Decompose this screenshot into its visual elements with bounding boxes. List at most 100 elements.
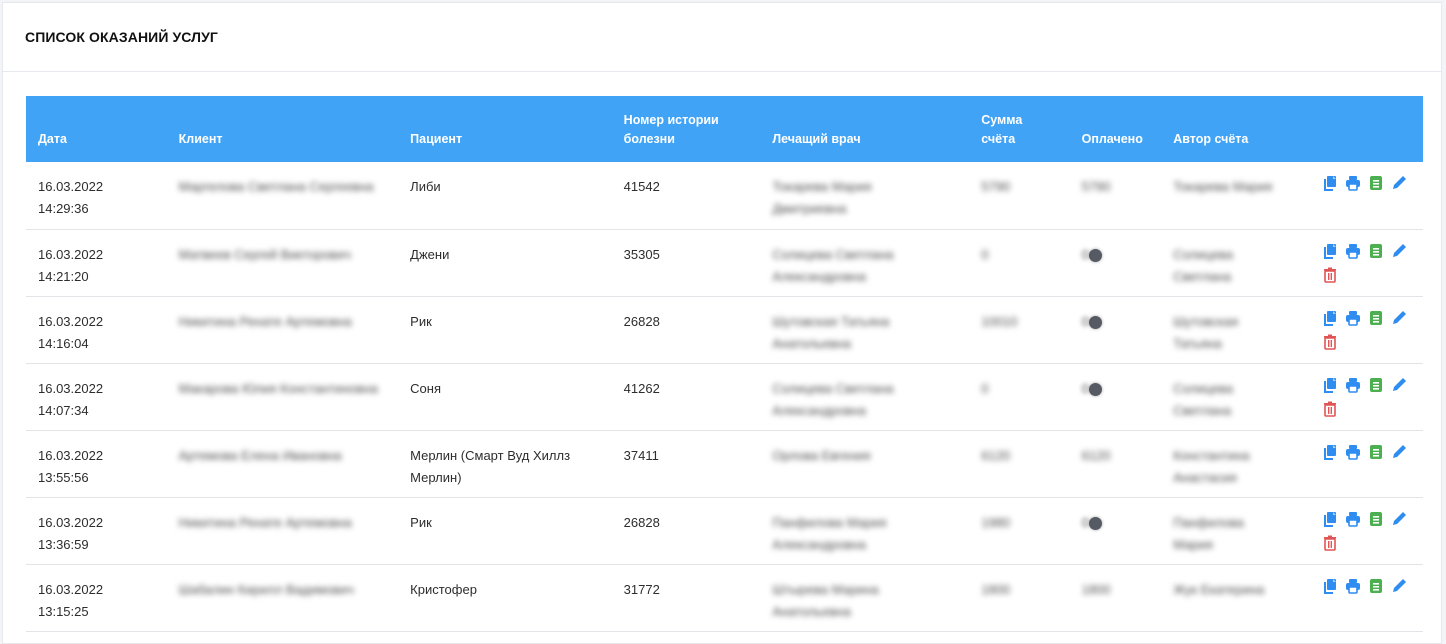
header-author[interactable]: Автор счёта — [1161, 96, 1311, 162]
author-name: Шутовская Татьяна — [1173, 313, 1239, 351]
time-value: 14:16:04 — [38, 335, 89, 351]
cell-actions — [1311, 564, 1423, 631]
invoice-icon[interactable] — [1367, 510, 1385, 528]
trash-icon[interactable] — [1321, 333, 1339, 351]
table-row[interactable]: 16.03.2022 14:16:04 Никитина Ренате Арте… — [26, 296, 1423, 363]
cell-client[interactable]: Артемова Елена Ивановна — [167, 430, 399, 497]
client-name[interactable]: Никитина Ренате Артемовна — [179, 314, 352, 329]
cell-client[interactable]: Шабалин Кирилл Вадимович — [167, 564, 399, 631]
patient-name[interactable]: Мерлин (Смарт Вуд Хиллз Мерлин) — [410, 448, 570, 485]
patient-name[interactable]: Рик — [410, 515, 432, 530]
copy-icon[interactable] — [1321, 309, 1339, 327]
edit-icon[interactable] — [1390, 309, 1408, 327]
trash-icon[interactable] — [1321, 400, 1339, 418]
edit-icon[interactable] — [1390, 376, 1408, 394]
cell-patient[interactable]: Рик — [398, 296, 612, 363]
info-dot-icon[interactable] — [1088, 315, 1102, 329]
cell-doctor: Солицева Светлана Александровна — [760, 363, 969, 430]
edit-icon[interactable] — [1390, 443, 1408, 461]
patient-name[interactable]: Кристофер — [410, 582, 477, 597]
invoice-icon[interactable] — [1367, 577, 1385, 595]
print-icon[interactable] — [1344, 376, 1362, 394]
table-row[interactable]: 16.03.2022 13:36:59 Никитина Ренате Арте… — [26, 497, 1423, 564]
table-row[interactable]: 16.03.2022 14:07:34 Макарова Юлия Конста… — [26, 363, 1423, 430]
page-title: СПИСОК ОКАЗАНИЙ УСЛУГ — [25, 29, 218, 45]
client-name[interactable]: Никитина Ренате Артемовна — [179, 515, 352, 530]
copy-icon[interactable] — [1321, 577, 1339, 595]
patient-name[interactable]: Джени — [410, 247, 449, 262]
invoice-icon[interactable] — [1367, 376, 1385, 394]
print-icon[interactable] — [1344, 309, 1362, 327]
client-name[interactable]: Шабалин Кирилл Вадимович — [179, 582, 354, 597]
header-date[interactable]: Дата — [26, 96, 167, 162]
cell-client[interactable]: Никитина Ренате Артемовна — [167, 497, 399, 564]
invoice-icon[interactable] — [1367, 443, 1385, 461]
client-name[interactable]: Маргелова Светлана Сергеевна — [179, 179, 374, 194]
cell-patient[interactable]: Кристофер — [398, 564, 612, 631]
copy-icon[interactable] — [1321, 510, 1339, 528]
sum-value: 5790 — [981, 179, 1011, 194]
cell-client[interactable]: Матвеев Сергей Викторович — [167, 229, 399, 296]
client-name[interactable]: Матвеев Сергей Викторович — [179, 247, 351, 262]
cell-doctor: Солицева Светлана Александровна — [760, 229, 969, 296]
edit-icon[interactable] — [1390, 242, 1408, 260]
sum-value: 10010 — [981, 313, 1018, 329]
print-icon[interactable] — [1344, 443, 1362, 461]
cell-client[interactable]: Никитина Ренате Артемовна — [167, 296, 399, 363]
info-dot-icon[interactable] — [1088, 516, 1102, 530]
table-row[interactable]: 16.03.2022 13:55:56 Артемова Елена Ивано… — [26, 430, 1423, 497]
cell-patient[interactable]: Мерлин (Смарт Вуд Хиллз Мерлин) — [398, 430, 612, 497]
patient-name[interactable]: Рик — [410, 314, 432, 329]
doctor-name: Токарева Мария Дмитриевна — [772, 179, 872, 216]
print-icon[interactable] — [1344, 174, 1362, 192]
cell-history: 41262 — [612, 363, 761, 430]
edit-icon[interactable] — [1390, 174, 1408, 192]
header-patient[interactable]: Пациент — [398, 96, 612, 162]
header-doctor[interactable]: Лечащий врач — [760, 96, 969, 162]
header-history-number[interactable]: Номер истории болезни — [612, 96, 761, 162]
header-paid[interactable]: Оплачено — [1070, 96, 1162, 162]
date-value: 16.03.2022 — [38, 313, 104, 329]
copy-icon[interactable] — [1321, 443, 1339, 461]
table-row[interactable]: 16.03.2022 14:29:36 Маргелова Светлана С… — [26, 162, 1423, 229]
invoice-icon[interactable] — [1367, 309, 1385, 327]
history-number: 26828 — [623, 313, 660, 329]
author-name: Токарева Мария — [1173, 179, 1273, 194]
history-number: 26828 — [623, 514, 660, 530]
print-icon[interactable] — [1344, 242, 1362, 260]
paid-value: 6120 — [1081, 447, 1111, 463]
cell-patient[interactable]: Либи — [398, 162, 612, 229]
trash-icon[interactable] — [1321, 534, 1339, 552]
invoice-icon[interactable] — [1367, 242, 1385, 260]
client-name[interactable]: Артемова Елена Ивановна — [179, 448, 342, 463]
cell-client[interactable]: Маргелова Светлана Сергеевна — [167, 162, 399, 229]
print-icon[interactable] — [1344, 577, 1362, 595]
edit-icon[interactable] — [1390, 577, 1408, 595]
info-dot-icon[interactable] — [1088, 382, 1102, 396]
date-value: 16.03.2022 — [38, 447, 104, 463]
client-name[interactable]: Макарова Юлия Константиновна — [179, 381, 378, 396]
cell-patient[interactable]: Джени — [398, 229, 612, 296]
header-sum[interactable]: Сумма счёта — [969, 96, 1069, 162]
invoice-icon[interactable] — [1367, 174, 1385, 192]
copy-icon[interactable] — [1321, 174, 1339, 192]
cell-actions — [1311, 229, 1423, 296]
cell-patient[interactable]: Соня — [398, 363, 612, 430]
patient-name[interactable]: Либи — [410, 179, 441, 194]
table-row[interactable]: 16.03.2022 14:21:20 Матвеев Сергей Викто… — [26, 229, 1423, 296]
cell-patient[interactable]: Рик — [398, 497, 612, 564]
copy-icon[interactable] — [1321, 376, 1339, 394]
patient-name[interactable]: Соня — [410, 381, 441, 396]
print-icon[interactable] — [1344, 510, 1362, 528]
cell-sum: 1980 — [969, 497, 1069, 564]
trash-icon[interactable] — [1321, 266, 1339, 284]
table-row[interactable]: 16.03.2022 13:15:25 Шабалин Кирилл Вадим… — [26, 564, 1423, 631]
history-number: 35305 — [623, 246, 660, 262]
cell-client[interactable]: Макарова Юлия Константиновна — [167, 363, 399, 430]
copy-icon[interactable] — [1321, 242, 1339, 260]
cell-doctor: Шутовская Татьяна Анатольевна — [760, 296, 969, 363]
paid-value: 0 — [1081, 514, 1089, 530]
edit-icon[interactable] — [1390, 510, 1408, 528]
info-dot-icon[interactable] — [1088, 248, 1102, 262]
header-client[interactable]: Клиент — [167, 96, 399, 162]
